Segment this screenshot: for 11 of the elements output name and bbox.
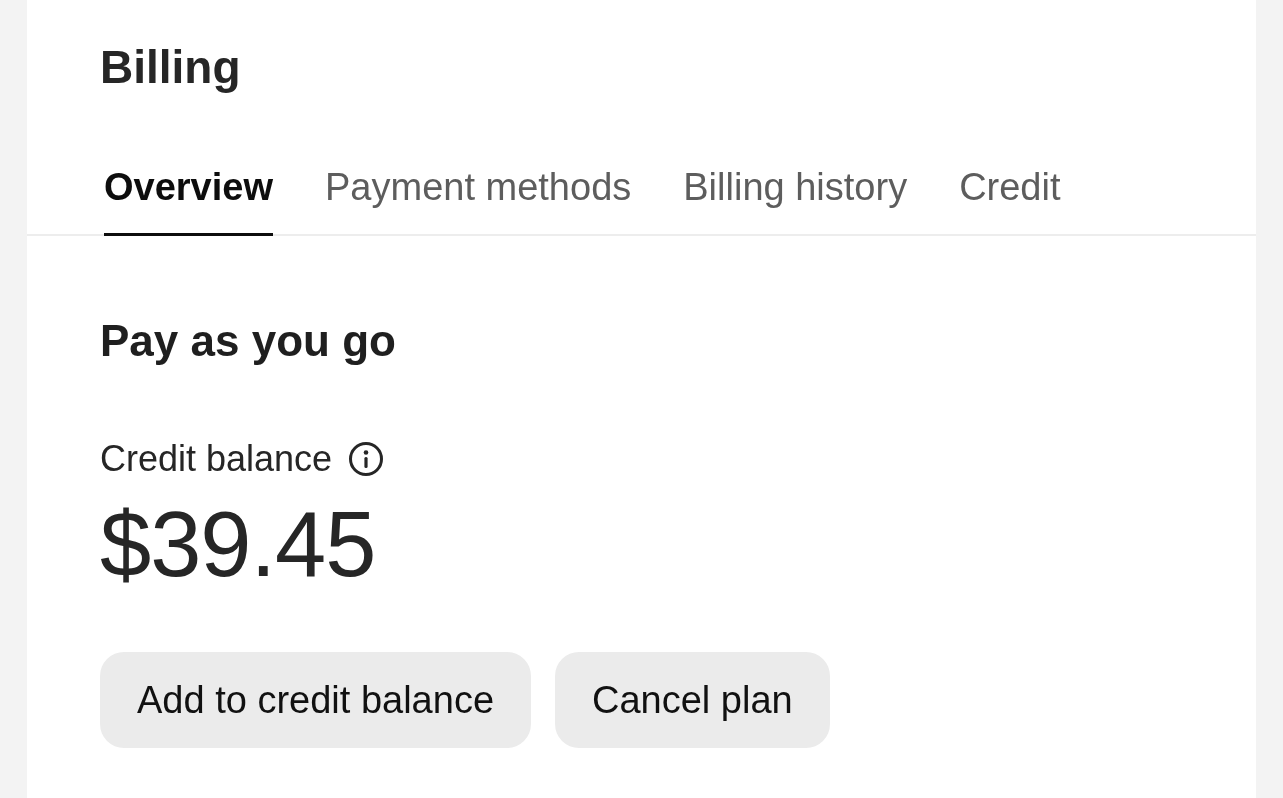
tab[interactable]: Overview [104, 164, 273, 236]
add-credit-button[interactable]: Add to credit balance [100, 652, 531, 748]
tab[interactable]: Billing history [683, 164, 908, 236]
page-title: Billing [100, 40, 241, 94]
info-icon[interactable] [348, 441, 385, 477]
tab[interactable]: Payment methods [325, 164, 632, 236]
plan-title: Pay as you go [100, 315, 396, 367]
balance-label: Credit balance [100, 438, 333, 480]
tab[interactable]: Credit [959, 164, 1061, 236]
balance-amount: $39.45 [100, 492, 376, 596]
cancel-plan-button[interactable]: Cancel plan [555, 652, 830, 748]
